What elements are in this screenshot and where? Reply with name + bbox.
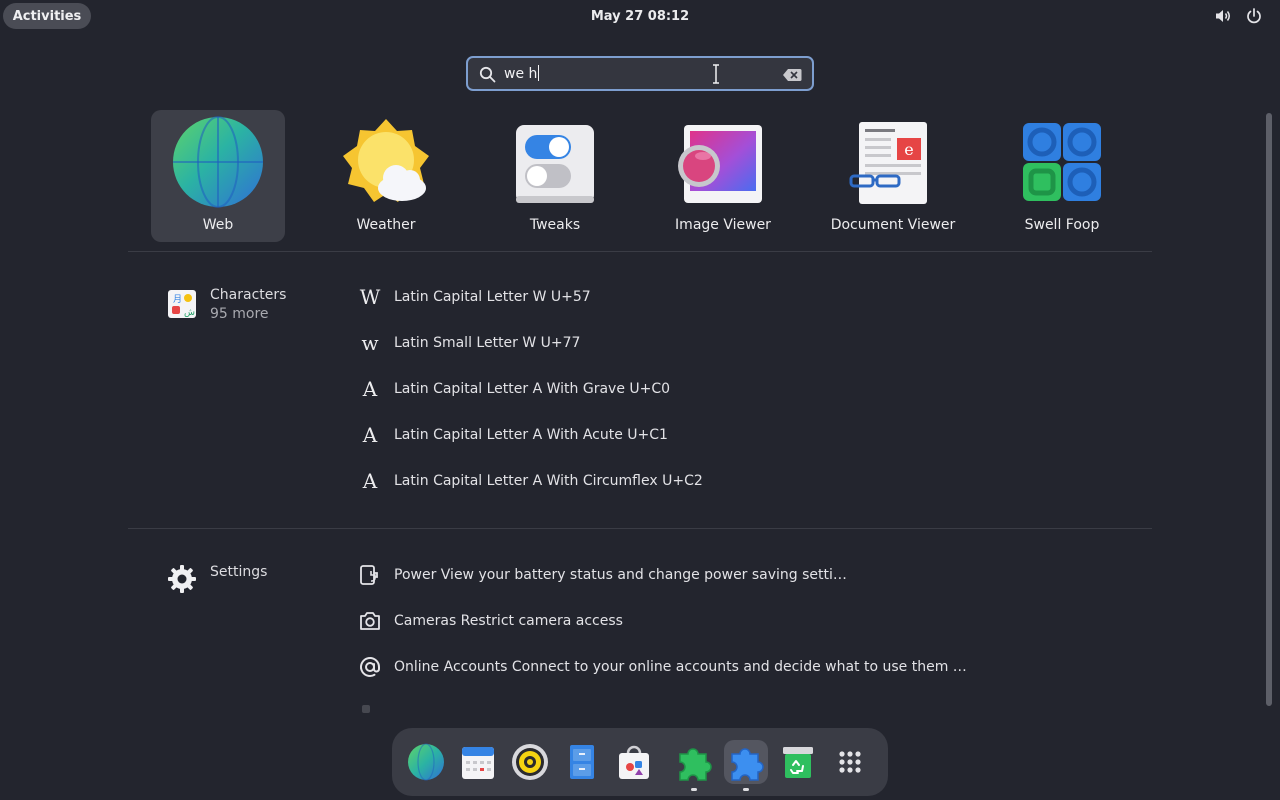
dock bbox=[392, 728, 888, 796]
dock-show-apps[interactable] bbox=[828, 740, 872, 784]
dock-web[interactable] bbox=[404, 740, 448, 784]
calendar-icon bbox=[462, 747, 494, 779]
dock-extensions[interactable] bbox=[672, 740, 716, 791]
app-image-viewer[interactable]: Image Viewer bbox=[656, 110, 790, 242]
app-label: Image Viewer bbox=[675, 217, 771, 233]
trash-icon bbox=[783, 747, 813, 778]
running-indicator bbox=[743, 788, 749, 791]
character-result-text: Latin Capital Letter A With Acute U+C1 bbox=[394, 427, 668, 443]
dock-rhythmbox[interactable] bbox=[508, 740, 552, 784]
character-glyph: W bbox=[359, 285, 381, 309]
character-result[interactable]: A Latin Capital Letter A With Circumflex… bbox=[356, 469, 1056, 499]
settings-provider-name[interactable]: Settings bbox=[210, 564, 267, 580]
character-glyph: A bbox=[362, 423, 378, 447]
character-result[interactable]: W Latin Capital Letter W U+57 bbox=[356, 285, 1056, 315]
gear-icon[interactable] bbox=[167, 564, 197, 594]
app-swell-foop[interactable]: Swell Foop bbox=[995, 110, 1129, 242]
section-divider bbox=[128, 251, 1152, 252]
app-web[interactable]: Web bbox=[151, 110, 285, 242]
character-glyph: A bbox=[362, 469, 378, 493]
settings-result-power[interactable]: Power View your battery status and chang… bbox=[356, 563, 1056, 593]
tweaks-icon bbox=[516, 125, 594, 203]
character-result-text: Latin Capital Letter W U+57 bbox=[394, 289, 591, 305]
camera-icon bbox=[360, 612, 380, 630]
top-bar: Activities May 27 08:12 bbox=[0, 0, 1280, 32]
app-label: Tweaks bbox=[529, 217, 581, 233]
search-entry[interactable]: we h bbox=[466, 56, 814, 91]
app-label: Document Viewer bbox=[830, 217, 956, 233]
character-glyph: A bbox=[362, 377, 378, 401]
settings-result-cameras[interactable]: Cameras Restrict camera access bbox=[356, 609, 1056, 639]
globe-icon bbox=[408, 743, 444, 781]
character-glyph: w bbox=[361, 331, 379, 355]
file-cabinet-icon bbox=[570, 745, 594, 779]
document-viewer-icon: e bbox=[849, 122, 927, 204]
at-sign-icon bbox=[360, 657, 380, 677]
image-viewer-icon bbox=[678, 125, 762, 203]
dock-calendar[interactable] bbox=[456, 740, 500, 784]
weather-icon bbox=[343, 119, 429, 202]
dock-software[interactable] bbox=[612, 740, 656, 784]
power-icon[interactable] bbox=[1245, 7, 1263, 25]
settings-result-text: Online Accounts Connect to your online a… bbox=[394, 659, 967, 675]
app-label: Swell Foop bbox=[1024, 217, 1100, 233]
characters-more-count[interactable]: 95 more bbox=[210, 306, 269, 322]
power-plug-icon bbox=[360, 565, 378, 585]
characters-icon[interactable]: 月 ش bbox=[167, 289, 197, 319]
globe-icon bbox=[173, 116, 263, 208]
activities-button[interactable]: Activities bbox=[3, 3, 91, 29]
svg-text:ش: ش bbox=[184, 308, 195, 318]
dock-trash[interactable] bbox=[776, 740, 820, 784]
svg-text:e: e bbox=[904, 140, 913, 159]
green-puzzle-icon bbox=[679, 748, 712, 781]
character-result-text: Latin Small Letter W U+77 bbox=[394, 335, 581, 351]
search-value: we h bbox=[504, 66, 538, 82]
settings-result-online-accounts[interactable]: Online Accounts Connect to your online a… bbox=[356, 655, 1056, 685]
svg-text:月: 月 bbox=[173, 294, 182, 305]
settings-result-partial bbox=[356, 701, 1056, 713]
blue-puzzle-icon bbox=[731, 748, 764, 781]
app-label: Web bbox=[202, 217, 234, 233]
characters-provider-name[interactable]: Characters bbox=[210, 287, 286, 303]
dock-files[interactable] bbox=[560, 740, 604, 784]
app-tweaks[interactable]: Tweaks bbox=[488, 110, 622, 242]
app-label: Weather bbox=[356, 217, 416, 233]
search-icon bbox=[479, 66, 496, 83]
search-input[interactable]: we h bbox=[504, 65, 540, 82]
settings-item-icon bbox=[362, 705, 370, 713]
results-scrollbar[interactable] bbox=[1266, 113, 1272, 706]
section-divider bbox=[128, 528, 1152, 529]
speaker-icon bbox=[512, 744, 548, 780]
clear-icon[interactable] bbox=[782, 68, 802, 82]
app-weather[interactable]: Weather bbox=[319, 110, 453, 242]
swell-foop-icon bbox=[1023, 123, 1101, 201]
character-result-text: Latin Capital Letter A With Circumflex U… bbox=[394, 473, 703, 489]
character-result-text: Latin Capital Letter A With Grave U+C0 bbox=[394, 381, 671, 397]
app-grid-icon bbox=[839, 751, 861, 773]
ibeam-cursor-icon bbox=[713, 64, 719, 84]
software-bag-icon bbox=[619, 745, 649, 779]
settings-result-text: Cameras Restrict camera access bbox=[394, 613, 623, 629]
app-document-viewer[interactable]: e Document Viewer bbox=[826, 110, 960, 242]
running-indicator bbox=[691, 788, 697, 791]
character-result[interactable]: A Latin Capital Letter A With Acute U+C1 bbox=[356, 423, 1056, 453]
volume-icon[interactable] bbox=[1214, 7, 1232, 25]
text-caret bbox=[538, 65, 540, 81]
clock[interactable]: May 27 08:12 bbox=[560, 0, 720, 32]
character-result[interactable]: w Latin Small Letter W U+77 bbox=[356, 331, 1056, 361]
character-result[interactable]: A Latin Capital Letter A With Grave U+C0 bbox=[356, 377, 1056, 407]
settings-result-text: Power View your battery status and chang… bbox=[394, 567, 847, 583]
dock-extension-manager[interactable] bbox=[724, 740, 768, 791]
